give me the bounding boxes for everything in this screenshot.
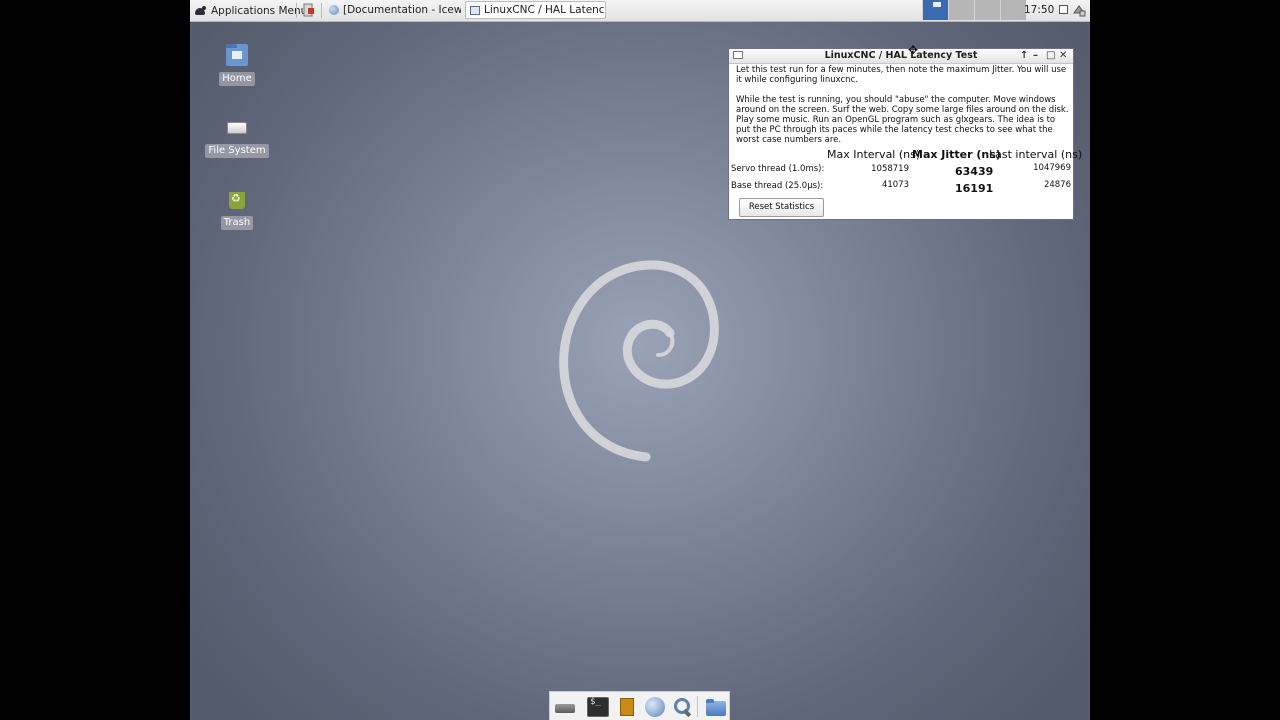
search-icon[interactable] bbox=[672, 697, 694, 717]
network-icon[interactable] bbox=[1072, 3, 1086, 17]
desktop-icon-trash[interactable]: Trash bbox=[202, 188, 272, 230]
debian-swirl-logo bbox=[559, 260, 719, 462]
window-menu-icon[interactable] bbox=[733, 51, 743, 59]
row-label-servo: Servo thread (1.0ms): bbox=[731, 164, 825, 174]
base-max-interval: 41073 bbox=[881, 180, 909, 190]
desktop: Applications Menu [Documentation - Icewe… bbox=[190, 0, 1090, 720]
show-desktop-icon[interactable] bbox=[302, 3, 316, 17]
drive-icon[interactable] bbox=[554, 697, 576, 717]
panel-separator bbox=[296, 3, 297, 18]
workspace-window-preview bbox=[933, 2, 941, 7]
window-shade-icon[interactable]: ↑ bbox=[1020, 49, 1028, 63]
workspace-2[interactable] bbox=[948, 0, 974, 20]
clock[interactable]: 17:50 bbox=[1024, 0, 1054, 21]
instructions-paragraph-2: While the test is running, you should "a… bbox=[736, 95, 1069, 145]
minimize-icon[interactable]: – bbox=[1033, 49, 1038, 63]
header-max-interval: Max Interval (ns) bbox=[827, 148, 921, 161]
globe-icon bbox=[329, 5, 339, 15]
workspace-1[interactable] bbox=[922, 0, 948, 20]
terminal-prompt-glyph: $_ bbox=[590, 697, 601, 707]
xfce-mouse-icon bbox=[194, 5, 208, 17]
terminal-icon[interactable]: $_ bbox=[587, 697, 609, 717]
latency-test-window[interactable]: LinuxCNC / HAL Latency Test ↑ – □ ✕ Let … bbox=[728, 48, 1082, 220]
header-last-interval: Last interval (ns) bbox=[989, 148, 1083, 161]
workspace-switcher bbox=[922, 0, 1026, 21]
header-max-jitter: Max Jitter (ns) bbox=[912, 148, 1001, 161]
base-max-jitter: 16191 bbox=[955, 182, 994, 195]
taskbar-item-latency-test[interactable]: LinuxCNC / HAL Latency... bbox=[465, 1, 606, 19]
drive-icon bbox=[226, 116, 248, 138]
close-icon[interactable]: ✕ bbox=[1059, 49, 1067, 63]
taskbar-item-label: [Documentation - Icewe... bbox=[343, 4, 462, 16]
servo-max-interval: 1058719 bbox=[871, 164, 909, 174]
taskbar-item-documentation[interactable]: [Documentation - Icewe... bbox=[324, 1, 462, 19]
home-folder-icon bbox=[226, 44, 248, 66]
instructions-paragraph-1: Let this test run for a few minutes, the… bbox=[736, 65, 1067, 85]
notification-area-icon[interactable] bbox=[1059, 5, 1068, 14]
desktop-icon-home[interactable]: Home bbox=[202, 44, 272, 86]
desktop-icon-label: Home bbox=[219, 72, 255, 86]
text-editor-icon[interactable] bbox=[616, 697, 638, 717]
panel-separator bbox=[321, 3, 322, 18]
base-last-interval: 24876 bbox=[1043, 180, 1071, 190]
row-label-base: Base thread (25.0µs): bbox=[731, 181, 824, 191]
desktop-icon-label: Trash bbox=[220, 216, 254, 230]
top-panel: Applications Menu [Documentation - Icewe… bbox=[190, 0, 1090, 22]
window-title: LinuxCNC / HAL Latency Test bbox=[824, 50, 978, 61]
maximize-icon[interactable]: □ bbox=[1046, 49, 1055, 63]
applications-menu-button[interactable]: Applications Menu bbox=[194, 0, 307, 21]
applications-menu-label: Applications Menu bbox=[211, 4, 308, 17]
move-cursor-icon: ✥ bbox=[908, 43, 919, 57]
taskbar-item-label: LinuxCNC / HAL Latency... bbox=[484, 4, 606, 16]
trash-icon bbox=[226, 188, 248, 210]
servo-max-jitter: 63439 bbox=[955, 165, 994, 178]
web-browser-icon[interactable] bbox=[644, 697, 666, 717]
file-manager-icon[interactable] bbox=[705, 697, 727, 717]
window-titlebar[interactable]: LinuxCNC / HAL Latency Test ↑ – □ ✕ bbox=[729, 49, 1073, 64]
desktop-icon-file-system[interactable]: File System bbox=[202, 116, 272, 158]
reset-statistics-button[interactable]: Reset Statistics bbox=[739, 198, 824, 217]
desktop-icon-label: File System bbox=[205, 144, 269, 158]
workspace-4[interactable] bbox=[1000, 0, 1026, 20]
bottom-dock: $_ bbox=[549, 691, 730, 720]
workspace-3[interactable] bbox=[974, 0, 1000, 20]
servo-last-interval: 1047969 bbox=[1033, 163, 1071, 173]
dock-separator bbox=[697, 696, 698, 717]
window-icon bbox=[470, 5, 480, 15]
